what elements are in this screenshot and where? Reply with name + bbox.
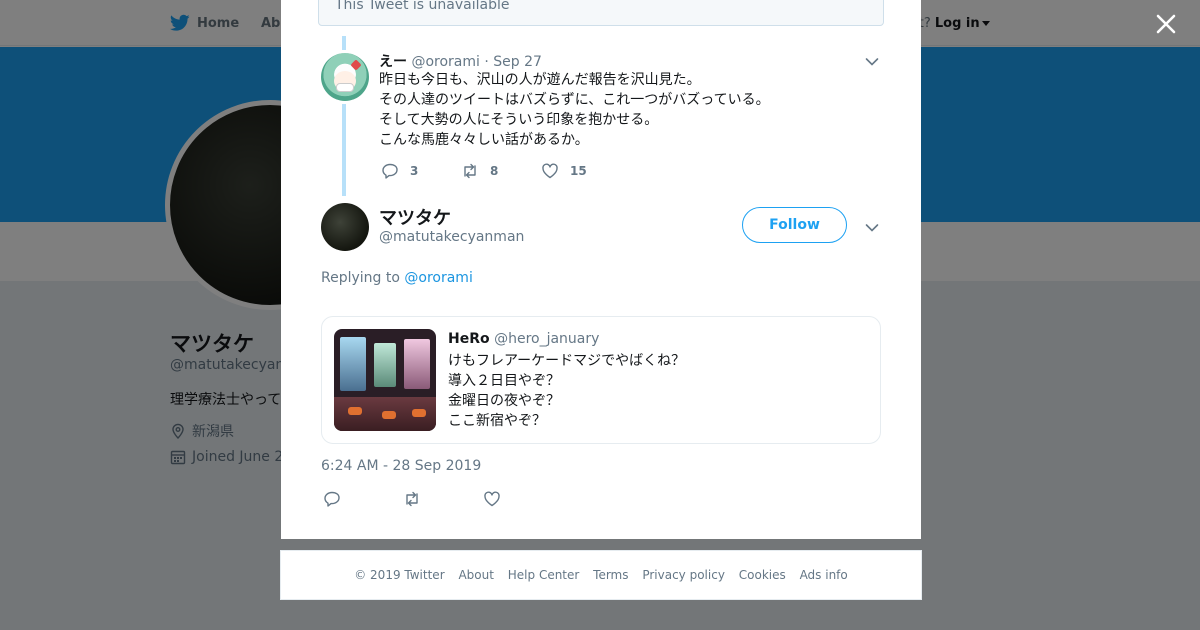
main-tweet-menu-button[interactable] [865,221,879,232]
reply-icon [324,491,340,507]
meta-separator: · [484,54,489,70]
tweet-timestamp[interactable]: 6:24 AM - 28 Sep 2019 [321,458,481,474]
like-button[interactable]: 15 [541,162,587,180]
avatar-mask [336,83,354,92]
parent-tweet-header: えー @ororami · Sep 27 [379,51,542,71]
main-tweet-avatar[interactable] [321,203,369,251]
arcade-stool [412,409,426,417]
parent-tweet-actions: 3 8 15 [381,162,587,180]
footer-link-privacy[interactable]: Privacy policy [642,568,725,582]
quoted-text-line: ここ新宿やぞ？ [448,413,546,429]
main-tweet-name[interactable]: マツタケ [379,204,451,230]
tweet-text-line: 昨日も今日も、沢山の人が遊んだ報告を沢山見た。 [379,72,701,88]
footer-copyright: © 2019 Twitter [354,568,445,582]
arcade-cabinet [374,343,396,387]
replying-to: Replying to @ororami [321,270,473,286]
arcade-cabinet [404,339,430,389]
quoted-tweet-header: HeRo @hero_january [448,331,599,347]
chevron-down-icon [865,224,879,232]
heart-icon [484,491,500,507]
main-tweet-handle[interactable]: @matutakecyanman [379,229,524,245]
modal-footer: © 2019 Twitter About Help Center Terms P… [280,550,922,600]
replying-prefix: Replying to [321,270,400,286]
retweet-icon [406,491,418,507]
tweet-text-line: その人達のツイートはバズらずに、これ一つがバズっている。 [379,92,770,108]
retweet-button[interactable]: 8 [461,162,541,180]
avatar-bow [350,59,362,71]
footer-link-terms[interactable]: Terms [593,568,628,582]
parent-tweet-name[interactable]: えー [379,54,407,70]
retweet-icon [464,163,476,179]
parent-tweet-text: 昨日も今日も、沢山の人が遊んだ報告を沢山見た。 その人達のツイートはバズらずに、… [379,70,770,150]
footer-link-cookies[interactable]: Cookies [739,568,786,582]
close-modal-button[interactable] [1154,12,1178,36]
quoted-tweet-card[interactable]: HeRo @hero_january けもフレアーケードマジでやばくね？ 導入２… [321,316,881,444]
parent-tweet-avatar[interactable] [321,53,369,101]
arcade-stool [348,407,362,415]
replying-to-handle[interactable]: @ororami [404,270,472,286]
like-button[interactable] [483,490,501,508]
unavailable-text: This Tweet is unavailable [335,0,510,13]
quoted-tweet-handle: @hero_january [494,331,600,347]
quoted-text-line: 導入２日目やぞ？ [448,373,560,389]
footer-link-about[interactable]: About [458,568,493,582]
tweet-text-line: こんな馬鹿々々しい話があるか。 [379,132,589,148]
unavailable-tweet-notice: This Tweet is unavailable [318,0,884,26]
like-count: 15 [570,164,587,178]
footer-links: © 2019 Twitter About Help Center Terms P… [281,568,921,582]
quoted-tweet-name: HeRo [448,331,490,347]
reply-icon [382,163,398,179]
quoted-text-line: 金曜日の夜やぞ？ [448,393,560,409]
main-tweet-actions [323,490,563,508]
footer-link-help-center[interactable]: Help Center [508,568,580,582]
quoted-text-line: けもフレアーケードマジでやばくね？ [448,353,686,369]
quoted-tweet-image[interactable] [334,329,436,431]
reply-count: 3 [410,164,419,178]
parent-tweet-handle[interactable]: @ororami [411,54,479,70]
tweet-text-line: そして大勢の人にそういう印象を抱かせる。 [379,112,659,128]
thread-line [342,104,346,196]
close-icon [1156,14,1176,34]
thread-line [342,36,346,50]
retweet-button[interactable] [403,490,421,508]
quoted-tweet-text: けもフレアーケードマジでやばくね？ 導入２日目やぞ？ 金曜日の夜やぞ？ ここ新宿… [448,351,685,431]
parent-tweet-menu-button[interactable] [865,55,879,66]
footer-link-ads-info[interactable]: Ads info [800,568,848,582]
reply-button[interactable] [323,490,341,508]
heart-icon [542,163,558,179]
chevron-down-icon [865,58,879,66]
tweet-modal: This Tweet is unavailable えー @ororami · … [281,0,921,539]
follow-button[interactable]: Follow [742,207,847,243]
arcade-cabinet [340,337,366,391]
reply-button[interactable]: 3 [381,162,461,180]
parent-tweet-date[interactable]: Sep 27 [493,54,542,70]
arcade-stool [382,411,396,419]
retweet-count: 8 [490,164,499,178]
